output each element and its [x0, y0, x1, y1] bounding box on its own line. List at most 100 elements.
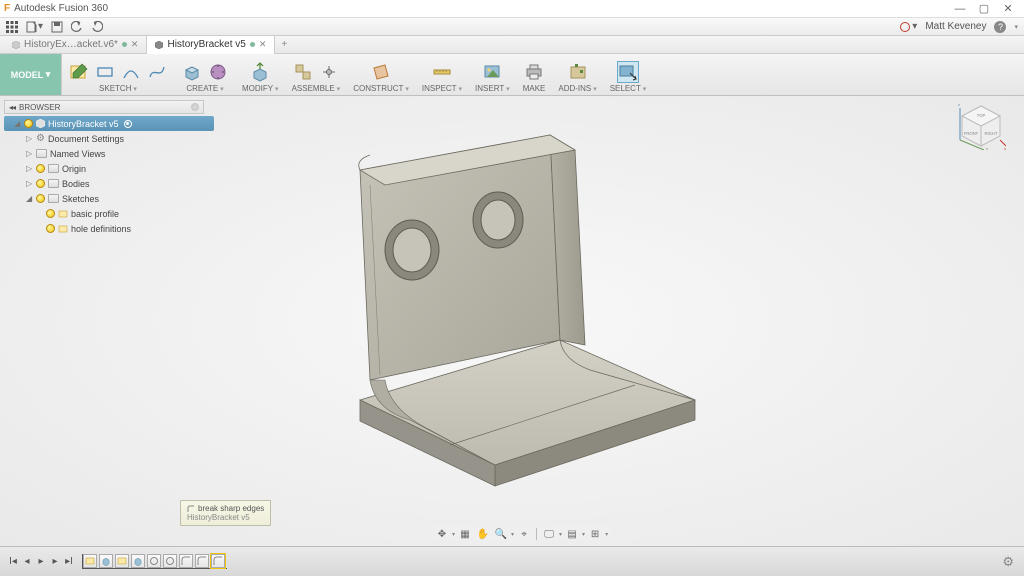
rectangle-icon[interactable] — [94, 61, 116, 83]
group-label[interactable]: CONSTRUCT — [353, 83, 409, 95]
tree-item-doc-settings[interactable]: ▷ ⚙ Document Settings — [4, 131, 214, 146]
look-icon[interactable]: ▦ — [457, 527, 473, 541]
fit-icon[interactable]: ⌖ — [516, 527, 532, 541]
display-icon[interactable]: 🖵 — [541, 527, 557, 541]
workspace-model-button[interactable]: MODEL ▾ — [0, 54, 62, 95]
cube-icon — [155, 41, 163, 49]
bulb-icon[interactable] — [36, 164, 45, 173]
browser-title: BROWSER — [19, 103, 60, 112]
tree-item-basic-profile[interactable]: basic profile — [4, 206, 214, 221]
close-icon[interactable]: ✕ — [131, 39, 139, 50]
tree-label: Document Settings — [48, 134, 124, 144]
measure-icon[interactable] — [431, 61, 453, 83]
timeline-step-current[interactable] — [211, 554, 225, 568]
tree-item-hole-definitions[interactable]: hole definitions — [4, 221, 214, 236]
undo-icon[interactable] — [71, 21, 83, 33]
model-geometry[interactable] — [300, 110, 720, 510]
group-label[interactable]: CREATE — [186, 83, 223, 95]
orbit-icon[interactable]: ✥ — [434, 527, 450, 541]
radio-icon[interactable] — [124, 120, 132, 128]
addins-icon[interactable] — [567, 61, 589, 83]
new-tab-button[interactable]: + — [281, 39, 287, 50]
group-label[interactable]: ASSEMBLE — [292, 83, 341, 95]
browser-radio-icon[interactable] — [191, 103, 199, 111]
user-name[interactable]: Matt Keveney — [925, 21, 986, 32]
group-label[interactable]: ADD-INS — [558, 83, 596, 95]
view-cube[interactable]: TOP FRONT RIGHT z y x — [956, 100, 1006, 150]
group-label[interactable]: INSERT — [475, 83, 510, 95]
timeline-step[interactable] — [131, 554, 145, 568]
expand-icon[interactable]: ▷ — [26, 164, 33, 173]
expand-icon[interactable]: ▷ — [26, 134, 33, 143]
tree-item-named-views[interactable]: ▷ Named Views — [4, 146, 214, 161]
new-sketch-icon[interactable] — [68, 61, 90, 83]
help-icon[interactable]: ? — [994, 21, 1006, 33]
timeline-step[interactable] — [99, 554, 113, 568]
bulb-icon[interactable] — [36, 179, 45, 188]
bulb-icon[interactable] — [46, 209, 55, 218]
timeline-step[interactable] — [147, 554, 161, 568]
timeline-fwd-button[interactable]: ▸ — [48, 556, 62, 567]
file-icon[interactable]: ▾ — [26, 21, 43, 33]
extrude-icon[interactable] — [181, 61, 203, 83]
timeline-end-button[interactable]: ▸I — [62, 556, 76, 567]
bulb-icon[interactable] — [46, 224, 55, 233]
bulb-icon[interactable] — [24, 119, 33, 128]
timeline-back-button[interactable]: ◂ — [20, 556, 34, 567]
timeline-step[interactable] — [163, 554, 177, 568]
select-icon[interactable] — [617, 61, 639, 83]
decal-icon[interactable] — [481, 61, 503, 83]
browser-header[interactable]: ◂◂ BROWSER — [4, 100, 204, 114]
apps-icon[interactable] — [6, 21, 18, 33]
tree-label: hole definitions — [71, 224, 131, 234]
tab-history-ex[interactable]: HistoryEx…acket.v6* ✕ — [4, 36, 147, 54]
svg-text:RIGHT: RIGHT — [984, 131, 997, 136]
timeline-start-button[interactable]: I◂ — [6, 556, 20, 567]
viewports-icon[interactable]: ⊞ — [587, 527, 603, 541]
grid-icon[interactable]: ▤ — [564, 527, 580, 541]
timeline-step[interactable] — [115, 554, 129, 568]
zoom-icon[interactable]: 🔍 — [493, 527, 509, 541]
tree-item-origin[interactable]: ▷ Origin — [4, 161, 214, 176]
tab-history-bracket[interactable]: HistoryBracket v5 ✕ — [147, 36, 275, 54]
tree-item-sketches[interactable]: ◢ Sketches — [4, 191, 214, 206]
timeline-tooltip: break sharp edges HistoryBracket v5 — [180, 500, 271, 526]
group-label[interactable]: INSPECT — [422, 83, 462, 95]
timeline-step[interactable] — [83, 554, 97, 568]
expand-icon[interactable]: ◢ — [14, 119, 21, 128]
settings-icon[interactable]: ⚙ — [1002, 554, 1014, 570]
bulb-icon[interactable] — [36, 194, 45, 203]
group-label[interactable]: MODIFY — [242, 83, 279, 95]
pan-icon[interactable]: ✋ — [475, 527, 491, 541]
pattern-icon[interactable] — [207, 61, 229, 83]
plane-icon[interactable] — [370, 61, 392, 83]
expand-icon[interactable]: ▷ — [26, 149, 33, 158]
redo-icon[interactable] — [91, 21, 103, 33]
collapse-icon[interactable]: ◂◂ — [9, 103, 15, 112]
group-label[interactable]: SELECT — [610, 83, 647, 95]
spline-icon[interactable] — [146, 61, 168, 83]
svg-text:TOP: TOP — [977, 113, 986, 118]
close-icon[interactable]: ✕ — [259, 39, 267, 50]
group-label[interactable]: MAKE — [523, 83, 546, 95]
arc-icon[interactable] — [120, 61, 142, 83]
save-icon[interactable] — [51, 21, 63, 33]
joint-icon[interactable] — [318, 61, 340, 83]
maximize-button[interactable]: ▢ — [972, 2, 996, 15]
close-button[interactable]: ✕ — [996, 2, 1020, 15]
fillet-icon — [187, 505, 195, 513]
timeline-step[interactable] — [195, 554, 209, 568]
expand-icon[interactable]: ◢ — [26, 194, 33, 203]
print-icon[interactable] — [523, 61, 545, 83]
cube-icon — [36, 119, 45, 128]
group-label[interactable]: SKETCH — [99, 83, 137, 95]
record-icon[interactable]: ▾ — [900, 21, 917, 32]
minimize-button[interactable]: — — [948, 3, 972, 15]
tree-item-bodies[interactable]: ▷ Bodies — [4, 176, 214, 191]
timeline-step[interactable] — [179, 554, 193, 568]
expand-icon[interactable]: ▷ — [26, 179, 33, 188]
component-icon[interactable] — [292, 61, 314, 83]
press-pull-icon[interactable] — [249, 61, 271, 83]
timeline-play-button[interactable]: ▸ — [34, 556, 48, 567]
tree-root[interactable]: ◢ HistoryBracket v5 — [4, 116, 214, 131]
